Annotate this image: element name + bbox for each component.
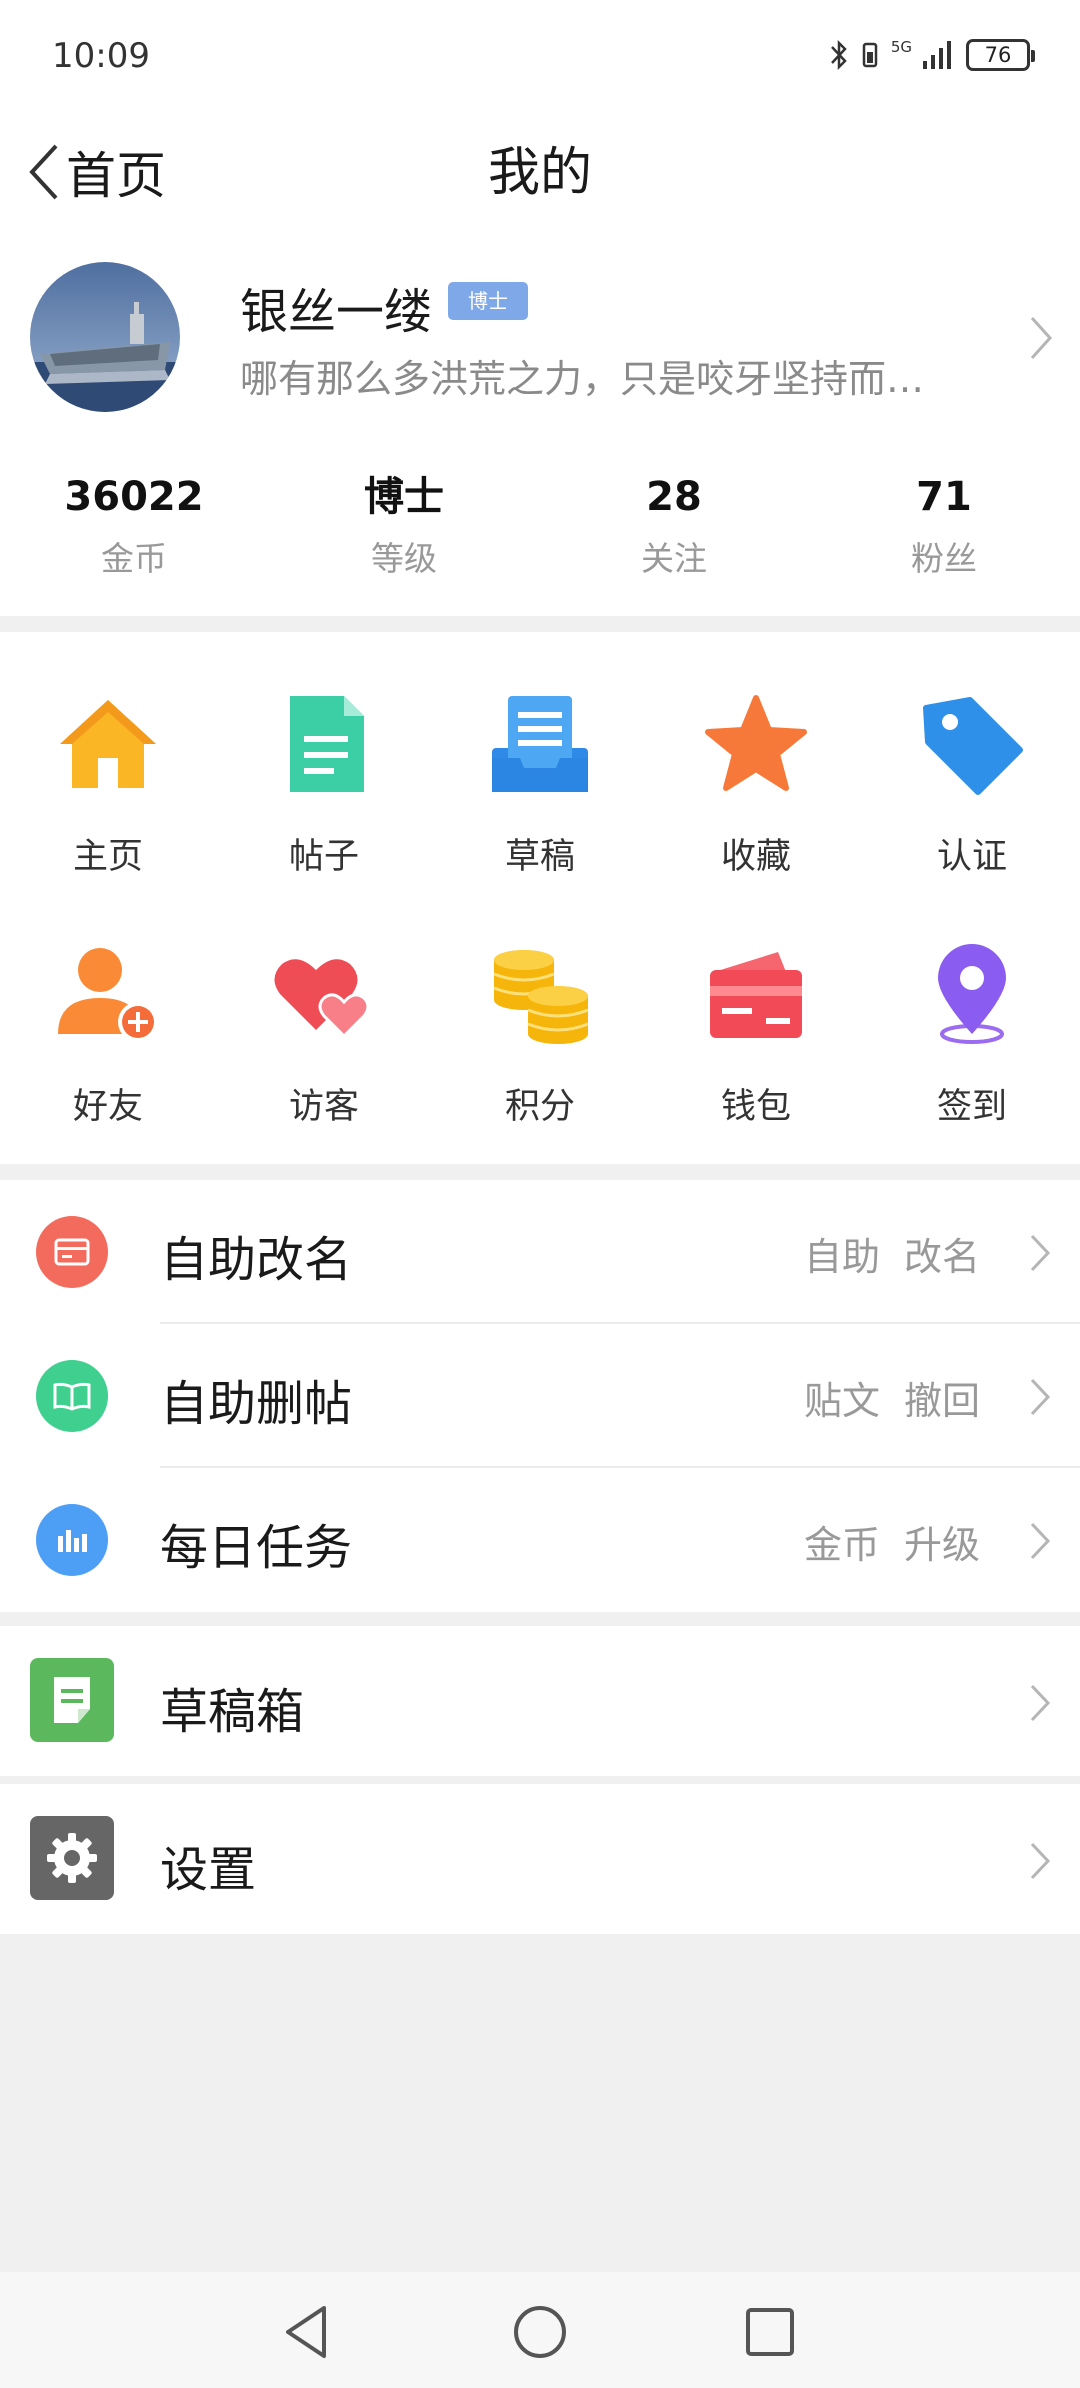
grid-item-visitors[interactable]: 访客 (216, 882, 432, 1127)
user-signature: 哪有那么多洪荒之力，只是咬牙坚持而… (240, 357, 925, 401)
top-navbar: 首页 我的 (0, 112, 1080, 228)
grid-item-label: 签到 (936, 1087, 1007, 1127)
page-title: 我的 (487, 143, 592, 203)
system-icons: 5G 76 (829, 38, 1035, 72)
avatar[interactable] (30, 262, 180, 412)
list-item-daily-tasks[interactable]: 每日任务 金币 升级 (0, 1468, 1080, 1612)
chevron-right-icon (1030, 1684, 1051, 1722)
document-icon (290, 696, 364, 792)
status-time: 10:09 (52, 36, 150, 76)
bar-chart-icon (36, 1504, 108, 1576)
grid-item-label: 收藏 (720, 837, 791, 877)
service-list: 自助改名 自助 改名 自助删帖 贴文 撤回 每日任务 金币 升级 (0, 1180, 1080, 1612)
list-item-settings[interactable]: 设置 (0, 1784, 1080, 1934)
stat-label: 粉丝 (911, 539, 977, 578)
grid-item-verify[interactable]: 认证 (864, 632, 1080, 877)
chevron-right-icon (1030, 1842, 1051, 1880)
list-item-label: 草稿箱 (160, 1684, 305, 1740)
chevron-right-icon (1030, 316, 1053, 360)
grid-item-label: 认证 (936, 837, 1007, 877)
feature-grid: 主页 帖子 草稿 收藏 认证 好友 访客 积分 钱包 签到 (0, 632, 1080, 1164)
tag: 贴文 (803, 1379, 880, 1423)
home-circle-icon[interactable] (508, 2300, 572, 2364)
user-name: 银丝一缕 (240, 284, 433, 340)
grid-item-friends[interactable]: 好友 (0, 882, 216, 1127)
chevron-right-icon (1030, 1522, 1051, 1560)
tag: 自助 (803, 1235, 880, 1279)
stat-coins[interactable]: 36022 金币 (34, 468, 234, 580)
grid-item-favorites[interactable]: 收藏 (648, 632, 864, 877)
star-icon (705, 695, 807, 791)
grid-item-points[interactable]: 积分 (432, 882, 648, 1127)
grid-item-label: 好友 (72, 1087, 143, 1127)
stat-followers[interactable]: 71 粉丝 (844, 468, 1044, 580)
network-type: 5G (890, 38, 912, 56)
grid-item-drafts[interactable]: 草稿 (432, 632, 648, 877)
chevron-right-icon (1030, 1234, 1051, 1272)
stat-label: 等级 (371, 539, 437, 578)
gear-icon (30, 1816, 114, 1900)
grid-item-label: 访客 (288, 1087, 359, 1127)
grid-item-home[interactable]: 主页 (0, 632, 216, 877)
stat-label: 金币 (101, 539, 167, 578)
battery-indicator: 76 (966, 39, 1035, 71)
grid-item-label: 主页 (72, 837, 143, 877)
chevron-right-icon (1030, 1378, 1051, 1416)
stats-row: 36022 金币 博士 等级 28 关注 71 粉丝 (0, 468, 1080, 616)
coins-icon (493, 950, 589, 1044)
list-item-label: 每日任务 (160, 1520, 353, 1576)
grid-item-label: 草稿 (504, 837, 575, 877)
list-item-tags: 自助 改名 (804, 1226, 980, 1281)
grid-item-label: 帖子 (288, 837, 359, 877)
grid-item-label: 钱包 (720, 1087, 791, 1127)
signal-icon (923, 41, 951, 69)
location-pin-icon (938, 944, 1006, 1044)
list-item-draft-box[interactable]: 草稿箱 (0, 1626, 1080, 1776)
stat-following[interactable]: 28 关注 (574, 468, 774, 580)
card-icon (36, 1216, 108, 1288)
status-bar: 10:09 5G 76 (0, 0, 1080, 112)
grid-item-wallet[interactable]: 钱包 (648, 882, 864, 1127)
draft-tray-icon (492, 696, 588, 792)
grid-item-label: 积分 (504, 1087, 575, 1127)
stat-value: 36022 (64, 474, 204, 520)
tag: 金币 (803, 1523, 880, 1567)
list-item-tags: 金币 升级 (804, 1514, 980, 1569)
grid-item-checkin[interactable]: 签到 (864, 882, 1080, 1127)
bluetooth-icon (830, 39, 847, 71)
home-icon (60, 700, 156, 788)
system-nav-bar (0, 2272, 1080, 2388)
level-badge: 博士 (448, 282, 528, 320)
tag: 改名 (903, 1235, 980, 1279)
stat-level[interactable]: 博士 等级 (304, 468, 504, 580)
stat-label: 关注 (641, 539, 707, 578)
add-friend-icon (58, 948, 158, 1042)
book-icon (36, 1360, 108, 1432)
stat-value: 71 (916, 474, 972, 520)
profile-card[interactable]: 银丝一缕 博士 哪有那么多洪荒之力，只是咬牙坚持而… 36022 金币 博士 等… (0, 228, 1080, 616)
list-item-label: 自助删帖 (160, 1376, 353, 1432)
wallet-icon (710, 952, 802, 1038)
stat-value: 博士 (364, 474, 444, 520)
recents-square-icon[interactable] (738, 2300, 802, 2364)
list-item-label: 自助改名 (160, 1232, 353, 1288)
tag: 撤回 (903, 1379, 980, 1423)
stat-value: 28 (646, 474, 702, 520)
back-triangle-icon[interactable] (276, 2300, 340, 2364)
list-item-delete-post[interactable]: 自助删帖 贴文 撤回 (0, 1324, 1080, 1468)
vibrate-icon (862, 42, 878, 68)
tag: 升级 (903, 1523, 980, 1567)
list-item-rename[interactable]: 自助改名 自助 改名 (0, 1180, 1080, 1324)
tag-icon (923, 697, 1023, 795)
hearts-icon (274, 959, 370, 1039)
draft-box-icon (30, 1658, 114, 1742)
list-item-label: 设置 (160, 1842, 257, 1898)
list-item-tags: 贴文 撤回 (804, 1370, 980, 1425)
grid-item-posts[interactable]: 帖子 (216, 632, 432, 877)
